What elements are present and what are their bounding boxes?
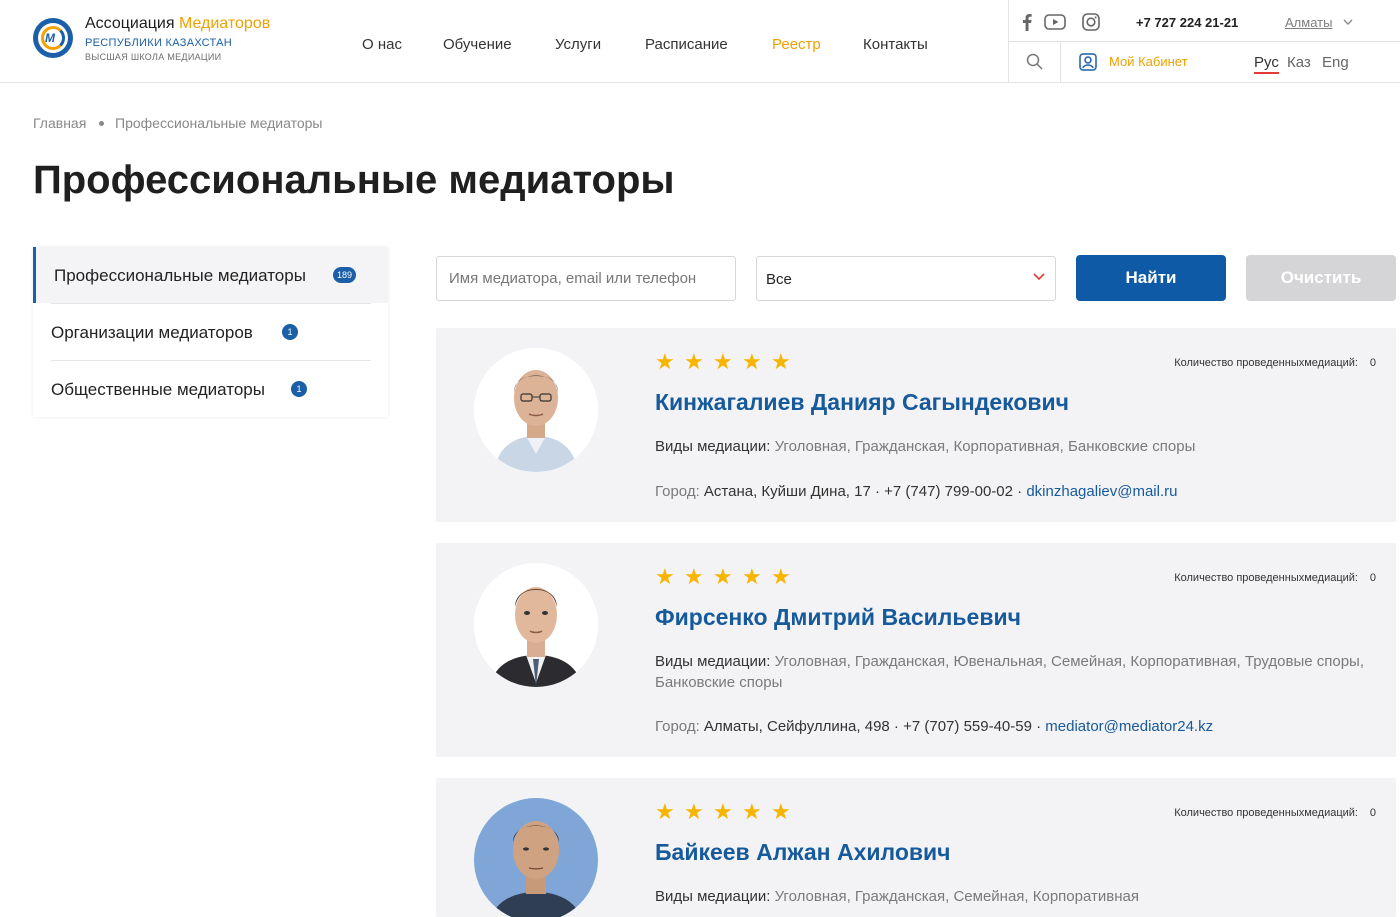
mediator-card: ★ ★ ★ ★ ★ Количество проведенныхмедиаций… — [436, 328, 1396, 522]
rating-stars: ★ ★ ★ ★ ★ — [655, 564, 791, 589]
sidebar-item-organizations[interactable]: Организации медиаторов 1 — [33, 304, 388, 360]
mediator-card: ★ ★ ★ ★ ★ Количество проведенныхмедиаций… — [436, 543, 1396, 757]
mediation-count: 0 — [1369, 572, 1376, 584]
nav-about[interactable]: О нас — [362, 36, 402, 53]
search-icon[interactable] — [1026, 53, 1043, 70]
lang-ru[interactable]: Рус — [1254, 54, 1279, 74]
mediation-count-label: Количество проведенныхмедиаций: — [1174, 807, 1358, 819]
brand-subtitle: РЕСПУБЛИКИ КАЗАХСТАН — [85, 37, 233, 49]
star-icon: ★ — [742, 349, 762, 374]
chevron-down-icon — [1033, 273, 1045, 281]
mediator-name[interactable]: Фирсенко Дмитрий Васильевич — [655, 604, 1021, 631]
lang-en[interactable]: Eng — [1322, 54, 1349, 71]
rating-stars: ★ ★ ★ ★ ★ — [655, 349, 791, 374]
breadcrumb-current: Профессиональные медиаторы — [115, 115, 323, 131]
avatar[interactable] — [474, 563, 598, 687]
chevron-down-icon[interactable] — [1342, 16, 1354, 28]
facebook-icon[interactable] — [1016, 12, 1038, 32]
nav-schedule[interactable]: Расписание — [645, 36, 728, 53]
rating-stars: ★ ★ ★ ★ ★ — [655, 799, 791, 824]
star-icon: ★ — [684, 799, 704, 824]
mediation-count: 0 — [1369, 807, 1376, 819]
star-icon: ★ — [655, 564, 675, 589]
search-input[interactable] — [436, 256, 736, 301]
header-phone[interactable]: +7 727 224 21-21 — [1136, 15, 1238, 30]
nav-training[interactable]: Обучение — [443, 36, 512, 53]
find-button[interactable]: Найти — [1076, 255, 1226, 301]
mediation-count: 0 — [1369, 357, 1376, 369]
avatar[interactable] — [474, 798, 598, 917]
sidebar-item-label: Организации медиаторов — [51, 323, 253, 342]
sidebar-item-public[interactable]: Общественные медиаторы 1 — [33, 361, 388, 417]
contact-line: Город: Астана, Куйши Дина, 17 · +7 (747)… — [655, 483, 1178, 500]
mediation-types: Виды медиации: Уголовная, Гражданская, К… — [655, 438, 1196, 455]
star-icon: ★ — [713, 799, 733, 824]
sidebar-item-professional[interactable]: Профессиональные медиаторы 189 — [33, 247, 388, 303]
phone-link[interactable]: +7 (707) 559-40-59 — [903, 718, 1032, 735]
search-toggle[interactable] — [1009, 42, 1061, 83]
star-icon: ★ — [771, 349, 791, 374]
star-icon: ★ — [771, 799, 791, 824]
star-icon: ★ — [713, 564, 733, 589]
page-title: Профессиональные медиаторы — [33, 158, 675, 202]
my-cabinet-link[interactable]: Мой Кабинет — [1109, 54, 1188, 69]
mediator-name[interactable]: Кинжагалиев Данияр Сагындекович — [655, 389, 1069, 416]
instagram-icon[interactable] — [1080, 12, 1102, 32]
star-icon: ★ — [742, 799, 762, 824]
header-utility-panel: +7 727 224 21-21 Алматы Мой Кабинет Рус … — [1008, 0, 1400, 83]
logo-icon[interactable]: M — [33, 18, 73, 58]
count-badge: 189 — [333, 267, 357, 283]
nav-services[interactable]: Услуги — [555, 36, 601, 53]
count-badge: 1 — [282, 324, 298, 340]
sidebar: Профессиональные медиаторы 189 Организац… — [33, 247, 388, 417]
star-icon: ★ — [742, 564, 762, 589]
star-icon: ★ — [684, 349, 704, 374]
mediator-card: ★ ★ ★ ★ ★ Количество проведенныхмедиаций… — [436, 778, 1396, 917]
mediation-types: Виды медиации: Уголовная, Гражданская, С… — [655, 888, 1139, 905]
breadcrumb-home[interactable]: Главная — [33, 115, 86, 131]
user-icon[interactable] — [1079, 53, 1097, 71]
count-badge: 1 — [291, 381, 307, 397]
star-icon: ★ — [713, 349, 733, 374]
star-icon: ★ — [655, 799, 675, 824]
mediation-types: Виды медиации: Уголовная, Гражданская, Ю… — [655, 653, 1364, 691]
nav-contacts[interactable]: Контакты — [863, 36, 928, 53]
mediation-count-label: Количество проведенныхмедиаций: — [1174, 572, 1358, 584]
mediation-type-select[interactable]: Все — [756, 256, 1056, 301]
avatar[interactable] — [474, 348, 598, 472]
star-icon: ★ — [771, 564, 791, 589]
star-icon: ★ — [655, 349, 675, 374]
select-value: Все — [766, 271, 792, 288]
clear-button[interactable]: Очистить — [1246, 255, 1396, 301]
site-header: M Ассоциация Медиаторов РЕСПУБЛИКИ КАЗАХ… — [0, 0, 1400, 83]
sidebar-item-label: Общественные медиаторы — [51, 380, 265, 399]
nav-registry[interactable]: Реестр — [772, 36, 821, 53]
phone-link[interactable]: +7 (747) 799-00-02 — [884, 483, 1013, 500]
mediator-name[interactable]: Байкеев Алжан Ахилович — [655, 839, 951, 866]
brand-name[interactable]: Ассоциация Медиаторов — [85, 15, 270, 33]
youtube-icon[interactable] — [1044, 12, 1066, 32]
brand-tagline: ВЫСШАЯ ШКОЛА МЕДИАЦИИ — [85, 52, 222, 62]
sidebar-item-label: Профессиональные медиаторы — [54, 266, 306, 285]
lang-kz[interactable]: Каз — [1287, 54, 1311, 71]
mediation-count-label: Количество проведенныхмедиаций: — [1174, 357, 1358, 369]
contact-line: Город: Алматы, Сейфуллина, 498 · +7 (707… — [655, 718, 1214, 735]
email-link[interactable]: dkinzhagaliev@mail.ru — [1026, 483, 1177, 500]
city-selector[interactable]: Алматы — [1285, 15, 1332, 30]
email-link[interactable]: mediator@mediator24.kz — [1045, 718, 1213, 735]
breadcrumb-separator — [99, 121, 104, 126]
star-icon: ★ — [684, 564, 704, 589]
